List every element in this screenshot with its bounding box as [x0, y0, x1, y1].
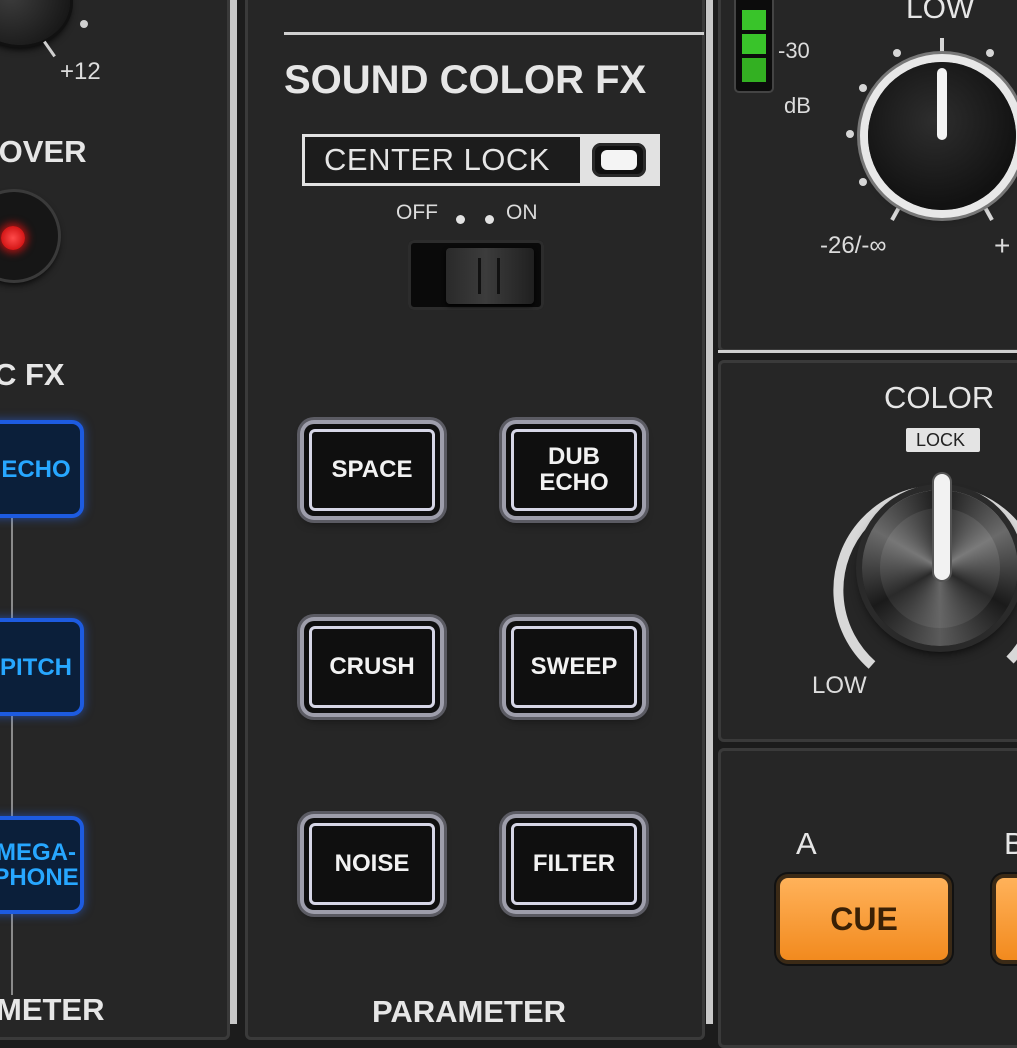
- pitch-button[interactable]: PITCH: [0, 622, 80, 712]
- noise-button[interactable]: NOISE: [304, 818, 440, 910]
- center-lock-label: CENTER LOCK: [324, 142, 550, 177]
- sweep-button[interactable]: SWEEP: [506, 621, 642, 713]
- beat-fx-label: C FX: [0, 357, 65, 392]
- center-lock-led-light: [601, 150, 637, 170]
- left-parameter-label: METER: [0, 992, 105, 1027]
- color-knob-title: COLOR: [884, 380, 995, 415]
- title-rule: [284, 32, 704, 35]
- switch-off-dot: [456, 215, 465, 224]
- sound-color-fx-title: SOUND COLOR FX: [284, 58, 647, 102]
- low-eq-label: LOW: [906, 0, 975, 25]
- cue-a-label: A: [796, 826, 817, 861]
- meter-db-unit: dB: [784, 93, 811, 118]
- megaphone-button[interactable]: MEGA- PHONE: [0, 820, 80, 910]
- echo-button[interactable]: ECHO: [0, 424, 80, 514]
- crossover-led: [1, 226, 25, 250]
- switch-on-label: ON: [506, 201, 538, 224]
- low-eq-min-label: -26/-∞: [820, 232, 887, 259]
- level-meter-segment-2: [742, 34, 766, 54]
- level-meter-segment-3: [742, 58, 766, 82]
- eq-bottom-rule: [718, 350, 1017, 353]
- meter-db-value: -30: [778, 38, 810, 63]
- fx-chain-line: [11, 515, 13, 995]
- switch-knob-grip: [478, 258, 500, 294]
- cue-b-button[interactable]: [996, 878, 1017, 960]
- dub-echo-button[interactable]: DUB ECHO: [506, 424, 642, 516]
- color-lock-label: LOCK: [916, 430, 966, 450]
- parameter-label: PARAMETER: [372, 994, 567, 1029]
- cue-a-button[interactable]: CUE: [780, 878, 948, 960]
- switch-off-label: OFF: [396, 201, 438, 224]
- center-left-divider: [230, 0, 237, 1024]
- color-knob-pointer: [934, 474, 950, 580]
- trim-scale-dot: [80, 20, 88, 28]
- space-button[interactable]: SPACE: [304, 424, 440, 516]
- crossover-label: XOVER: [0, 134, 87, 169]
- trim-max-label: +12: [60, 58, 101, 85]
- filter-button[interactable]: FILTER: [506, 818, 642, 910]
- low-eq-max-label: +: [994, 230, 1011, 261]
- low-eq-knob-pointer: [937, 68, 947, 140]
- color-low-label: LOW: [812, 672, 867, 699]
- cue-b-label: B: [1004, 826, 1017, 861]
- level-meter-segment-1: [742, 10, 766, 30]
- crush-button[interactable]: CRUSH: [304, 621, 440, 713]
- center-right-divider: [706, 0, 713, 1024]
- switch-on-dot: [485, 215, 494, 224]
